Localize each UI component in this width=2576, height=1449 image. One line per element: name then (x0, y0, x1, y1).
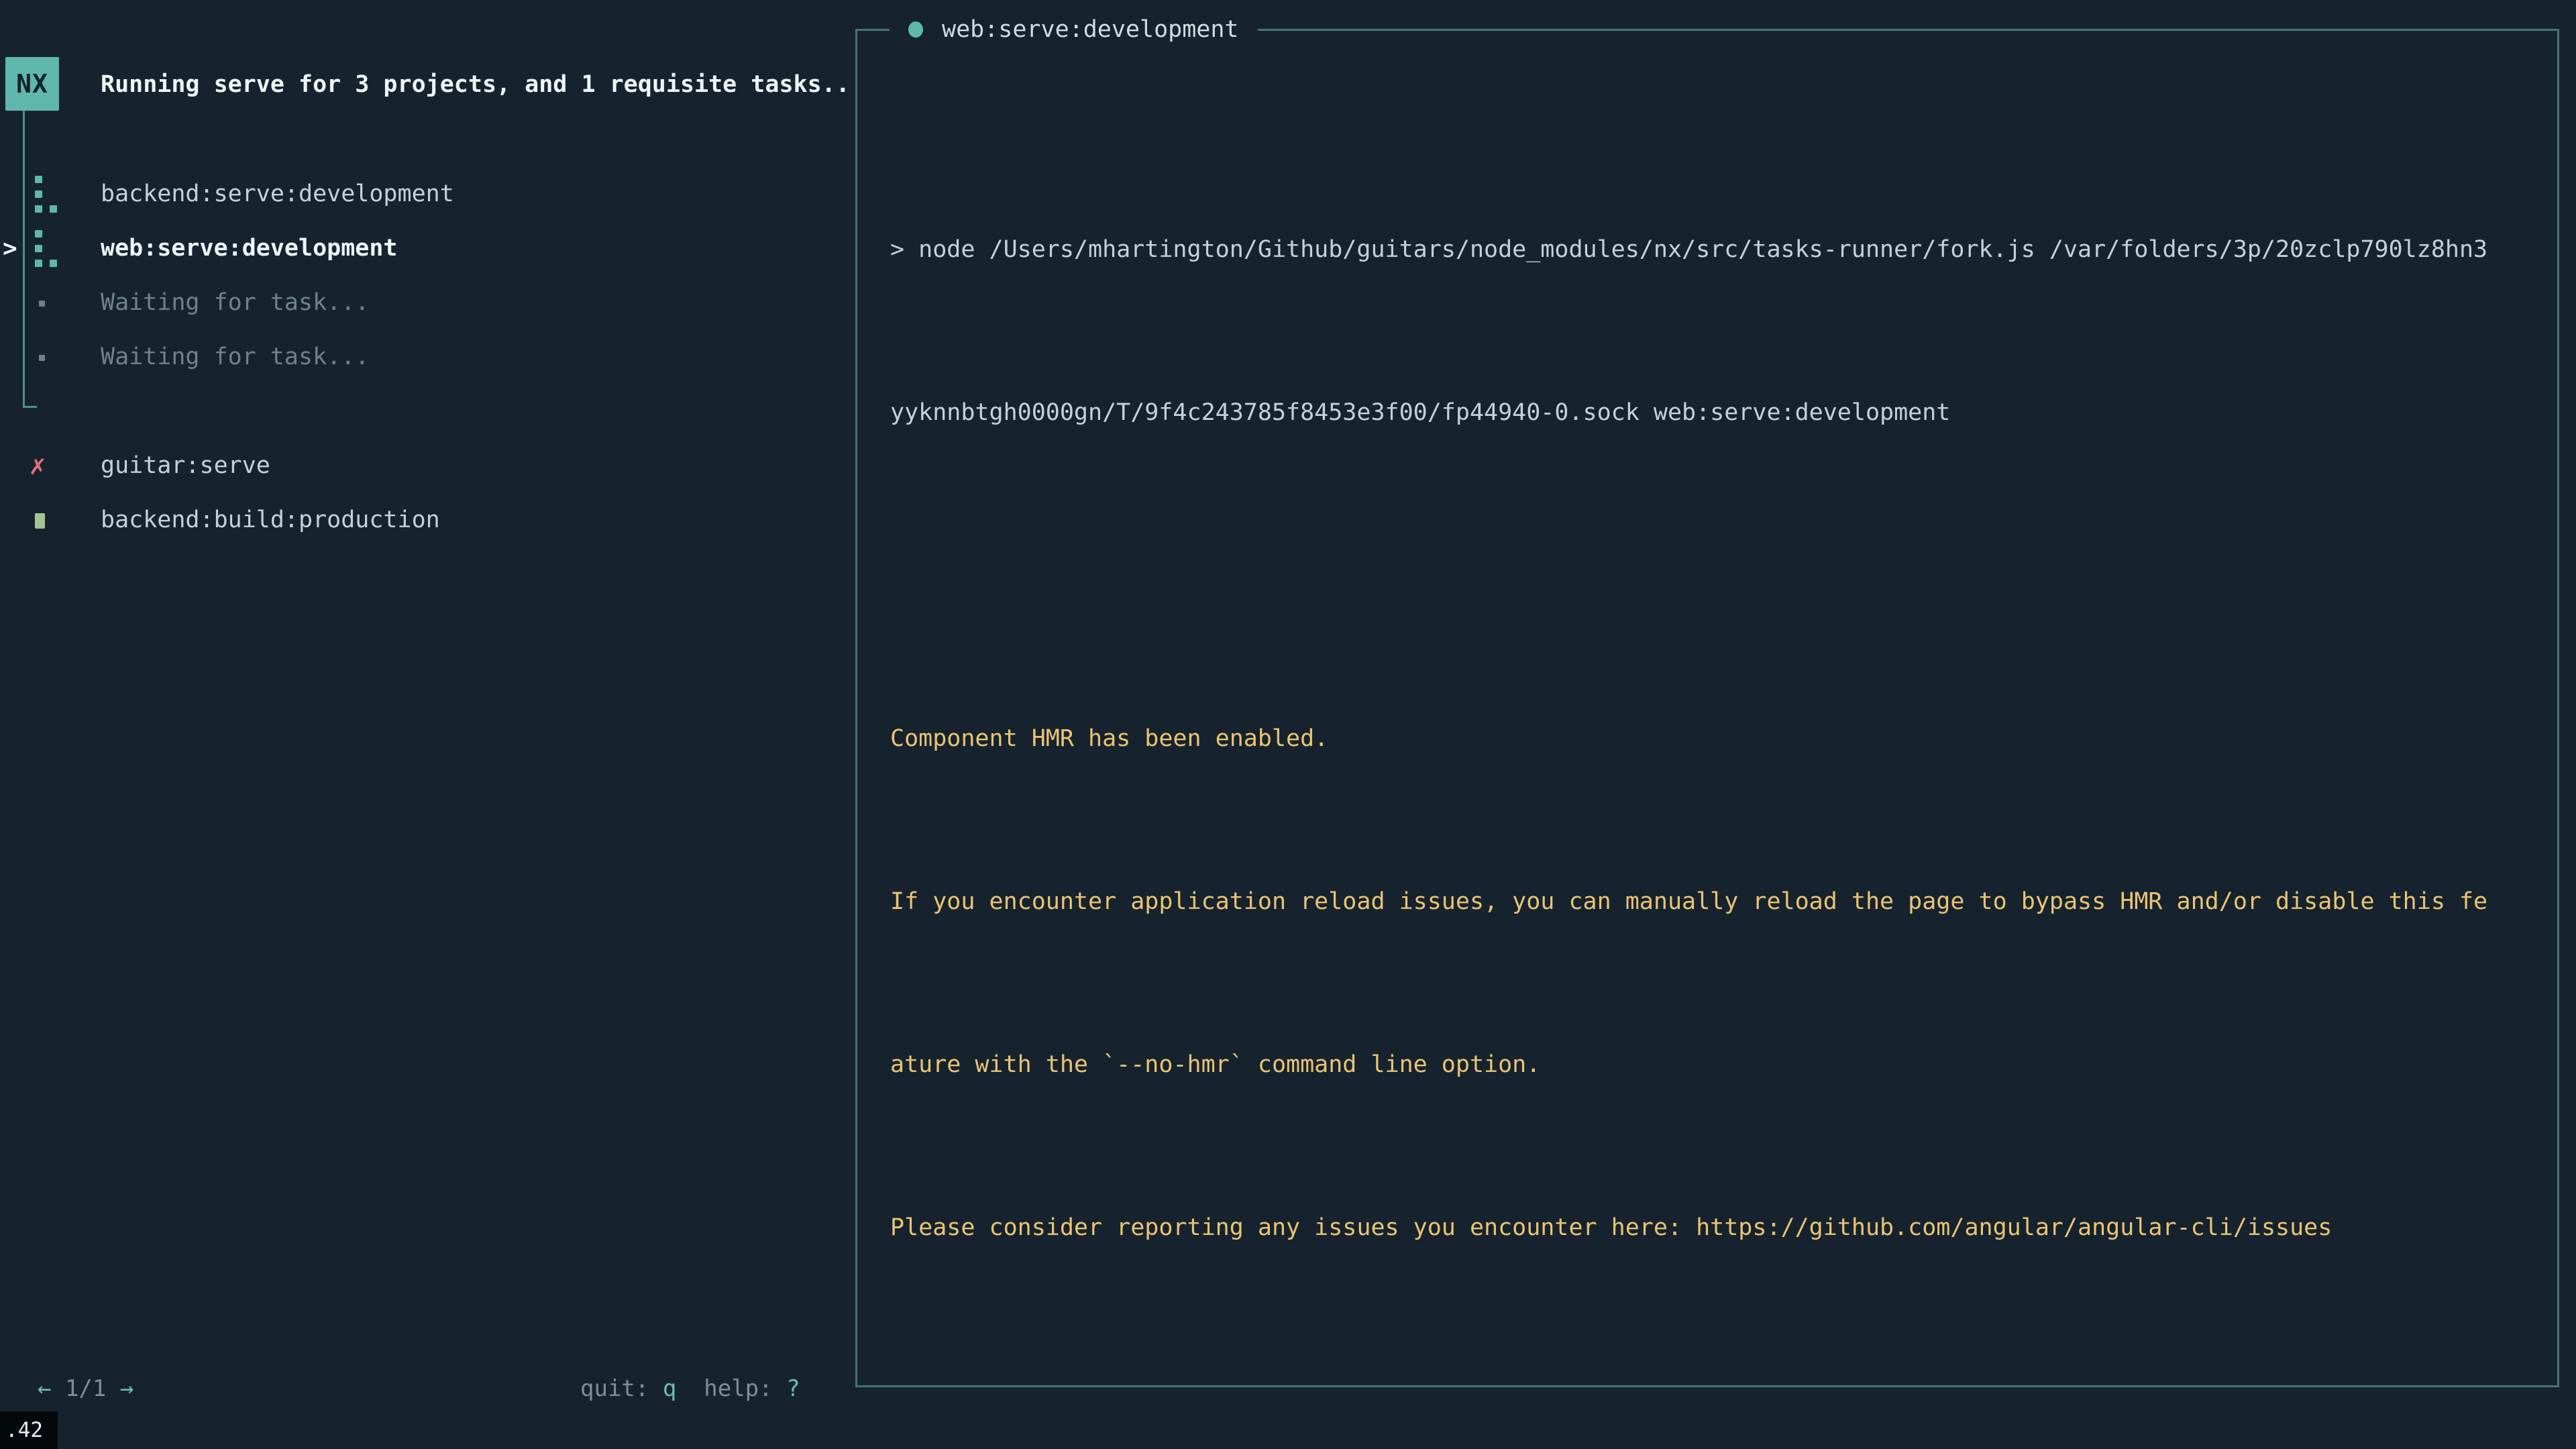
running-status-dot-icon (908, 21, 923, 38)
terminal-line-blank (890, 549, 2537, 603)
braille-spinner-icon (35, 176, 58, 213)
pager-label: 1/1 (51, 1375, 119, 1402)
task-row-web-serve[interactable]: > web:serve:development (0, 221, 845, 276)
pager-prev-icon[interactable]: ← (38, 1375, 51, 1402)
quit-hint-key: q (663, 1375, 676, 1402)
task-row-guitar-serve[interactable]: ✗ guitar:serve (0, 439, 845, 493)
task-label: web:serve:development (101, 221, 398, 276)
task-row-waiting-2[interactable]: Waiting for task... (0, 330, 845, 384)
pager: ← 1/1 → (38, 1362, 133, 1416)
success-square-icon (35, 513, 45, 529)
panel-title: web:serve:development (942, 16, 1239, 43)
waiting-dot-icon (39, 301, 45, 307)
terminal-line-cmd2: yyknnbtgh0000gn/T/9f4c243785f8453e3f00/f… (890, 386, 2537, 440)
task-row-backend-serve[interactable]: backend:serve:development (0, 167, 845, 221)
pager-next-icon[interactable]: → (120, 1375, 133, 1402)
panel-title-bar: web:serve:development (890, 2, 1258, 56)
overlay-badge: .42 (0, 1411, 58, 1449)
terminal-line-hmr2: If you encounter application reload issu… (890, 875, 2537, 929)
task-label: backend:build:production (101, 493, 440, 547)
terminal-line-blank (890, 1364, 2537, 1418)
task-label: guitar:serve (101, 439, 270, 493)
nx-terminal-screen: NX Running serve for 3 projects, and 1 r… (0, 0, 2576, 1449)
terminal-output-panel: web:serve:development > node /Users/mhar… (855, 29, 2559, 1387)
terminal-output[interactable]: > node /Users/mhartington/Github/guitars… (890, 114, 2537, 1449)
keyboard-hints: quit: q help: ? (580, 1362, 800, 1416)
waiting-dot-icon (39, 355, 45, 361)
terminal-line-cmd1: > node /Users/mhartington/Github/guitars… (890, 223, 2537, 277)
terminal-line-hmr4: Please consider reporting any issues you… (890, 1201, 2537, 1255)
task-label: Waiting for task... (101, 276, 369, 330)
app-title: Running serve for 3 projects, and 1 requ… (101, 58, 850, 112)
task-row-waiting-1[interactable]: Waiting for task... (0, 276, 845, 330)
quit-hint-label: quit: (580, 1375, 663, 1402)
help-hint-key: ? (786, 1375, 800, 1402)
task-label: Waiting for task... (101, 330, 369, 384)
braille-spinner-icon (35, 230, 58, 268)
selection-chevron-icon: > (3, 221, 17, 276)
nx-logo-badge: NX (5, 57, 59, 111)
terminal-line-hmr3: ature with the `--no-hmr` command line o… (890, 1038, 2537, 1092)
terminal-line-hmr1: Component HMR has been enabled. (890, 712, 2537, 766)
task-label: backend:serve:development (101, 167, 454, 221)
help-hint-label: help: (704, 1375, 786, 1402)
task-row-backend-build[interactable]: backend:build:production (0, 493, 845, 547)
failed-cross-icon: ✗ (30, 439, 46, 493)
